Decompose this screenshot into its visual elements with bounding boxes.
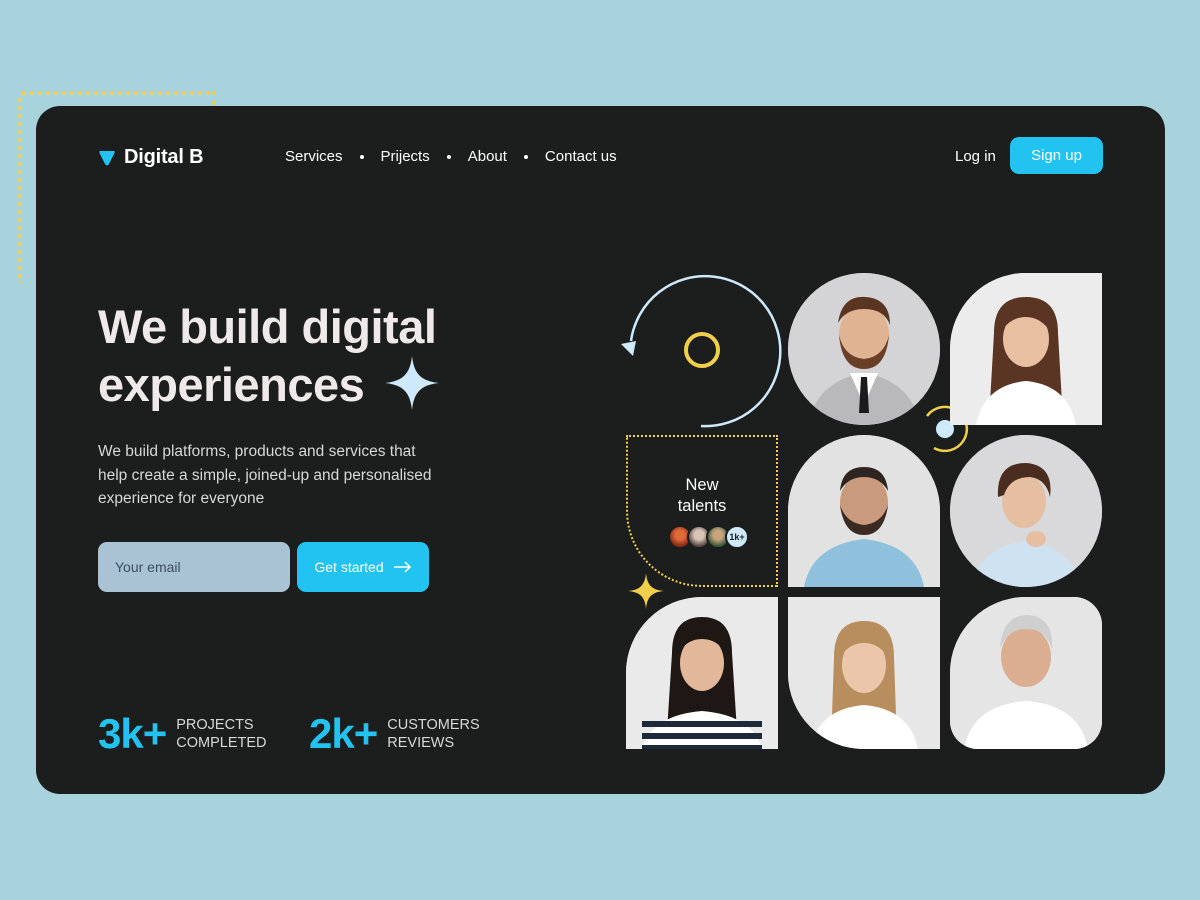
- get-started-button[interactable]: Get started: [297, 542, 429, 592]
- brand-logo[interactable]: Digital B: [98, 146, 204, 169]
- stat-value: 3k+: [98, 710, 167, 757]
- headline-line-1: We build digital: [98, 300, 437, 353]
- new-talents-title-line: New: [685, 476, 719, 494]
- hero-card: Digital B Services Prijects About Contac…: [36, 106, 1165, 794]
- nav-separator: [359, 154, 364, 159]
- portrait-image: [788, 273, 940, 425]
- portrait-older-man: [950, 597, 1102, 749]
- portrait-blonde-woman: [788, 597, 940, 749]
- portrait-bearded-man-blue-shirt: [788, 435, 940, 587]
- get-started-label: Get started: [314, 559, 384, 575]
- headline-line-2: experiences: [98, 358, 365, 411]
- avatar-stack: 1k+: [668, 525, 749, 549]
- talent-count-badge: 1k+: [725, 525, 749, 549]
- new-talents-card[interactable]: New talents 1k+: [626, 435, 778, 587]
- portrait-image: [950, 597, 1102, 749]
- portrait-image: [950, 435, 1102, 587]
- stat-label-line: COMPLETED: [176, 735, 267, 751]
- hero-subtext: We build platforms, products and service…: [98, 443, 432, 507]
- main-nav: Services Prijects About Contact us: [285, 148, 617, 165]
- stat-reviews: 2k+ CUSTOMERS REVIEWS: [309, 710, 480, 758]
- nav-item-about[interactable]: About: [468, 148, 507, 165]
- nav-item-projects[interactable]: Prijects: [381, 148, 430, 165]
- portrait-image: [626, 597, 778, 749]
- stat-label: PROJECTS COMPLETED: [176, 716, 266, 752]
- email-input[interactable]: [98, 542, 290, 592]
- yellow-ring-decoration: [684, 332, 720, 368]
- new-talents-title-line: talents: [677, 497, 727, 515]
- login-link[interactable]: Log in: [955, 148, 996, 165]
- stat-label-line: PROJECTS: [176, 717, 254, 733]
- hero-headline: We build digital experiences: [98, 298, 518, 414]
- stat-projects: 3k+ PROJECTS COMPLETED: [98, 710, 267, 758]
- stat-label-line: CUSTOMERS: [387, 717, 480, 733]
- stat-label: CUSTOMERS REVIEWS: [387, 716, 479, 752]
- portrait-bearded-man-suit: [788, 273, 940, 425]
- arrow-right-icon: [393, 561, 411, 573]
- sparkle-icon: [385, 356, 439, 410]
- brand-name: Digital B: [124, 146, 204, 168]
- portrait-image: [788, 435, 940, 587]
- portrait-smiling-woman: [950, 273, 1102, 425]
- portrait-image: [788, 597, 940, 749]
- portrait-short-hair-woman: [950, 435, 1102, 587]
- portrait-woman-striped-top: [626, 597, 778, 749]
- stat-label-line: REVIEWS: [387, 735, 455, 751]
- nav-item-contact[interactable]: Contact us: [545, 148, 617, 165]
- nav-separator: [446, 154, 451, 159]
- portrait-image: [950, 273, 1102, 425]
- nav-separator: [523, 154, 528, 159]
- star-icon: [628, 573, 664, 609]
- shield-icon: [99, 150, 115, 165]
- stat-value: 2k+: [309, 710, 378, 757]
- signup-button[interactable]: Sign up: [1010, 137, 1103, 174]
- new-talents-title: New talents: [628, 475, 776, 517]
- nav-item-services[interactable]: Services: [285, 148, 343, 165]
